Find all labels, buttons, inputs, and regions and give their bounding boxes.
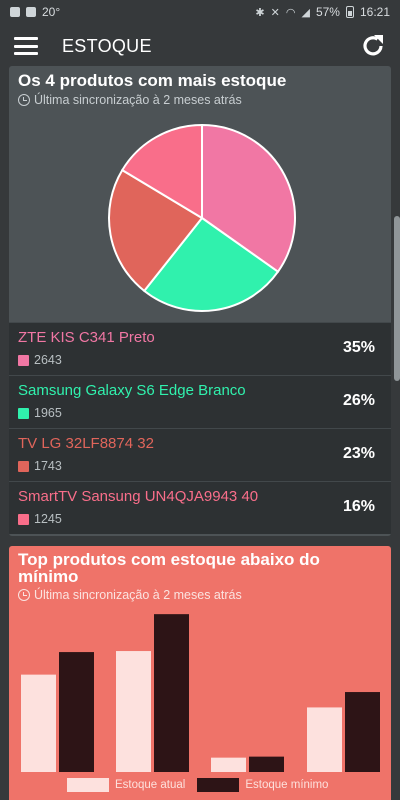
count-value: 1965 <box>34 406 62 420</box>
product-percent: 16% <box>342 498 375 515</box>
count-value: 1245 <box>34 512 62 526</box>
legend-swatch <box>18 513 29 525</box>
bar-minimum-stock <box>345 692 380 772</box>
chart-legend: Estoque atual Estoque mínimo <box>67 778 328 792</box>
clock-time: 16:21 <box>359 5 390 19</box>
legend-swatch-current <box>67 778 109 792</box>
sync-text: Última sincronização à 2 meses atrás <box>34 588 242 602</box>
battery-percent: 57% <box>315 5 340 19</box>
mute-icon: ✕ <box>270 6 280 19</box>
count-value: 1743 <box>34 459 62 473</box>
legend-swatch <box>18 407 29 419</box>
legend-swatch <box>18 354 29 366</box>
product-count: 1245 <box>18 512 62 526</box>
bar-minimum-stock <box>249 756 284 772</box>
product-count: 1743 <box>18 459 62 473</box>
scrollbar-thumb[interactable] <box>394 216 400 381</box>
bar-current-stock <box>21 674 56 772</box>
app-bar: ESTOQUE <box>0 24 400 68</box>
clock-icon <box>18 94 30 106</box>
below-minimum-title: Top produtos com estoque abaixo do mínim… <box>18 550 320 586</box>
product-name: Samsung Galaxy S6 Edge Branco <box>18 382 246 399</box>
status-bar: 20° ✱ ✕ ◠ ◢ 57% 16:21 <box>0 0 400 24</box>
image-icon <box>26 7 36 17</box>
sync-text: Última sincronização à 2 meses atrás <box>34 93 242 107</box>
legend-label-current: Estoque atual <box>115 779 186 791</box>
below-minimum-card: Top produtos com estoque abaixo do mínim… <box>9 546 391 800</box>
bar-current-stock <box>307 707 342 772</box>
legend-swatch <box>18 460 29 472</box>
top-stock-subtitle: Última sincronização à 2 meses atrás <box>18 93 242 107</box>
bar-minimum-stock <box>154 614 189 772</box>
battery-icon <box>345 6 354 18</box>
refresh-icon[interactable] <box>360 33 386 59</box>
list-item[interactable]: ZTE KIS C341 Preto 2643 35% <box>9 322 391 375</box>
product-count: 2643 <box>18 353 62 367</box>
bar-current-stock <box>211 757 246 772</box>
below-minimum-subtitle: Última sincronização à 2 meses atrás <box>18 588 242 602</box>
product-name: ZTE KIS C341 Preto <box>18 329 155 346</box>
top-stock-title: Os 4 produtos com mais estoque <box>18 71 287 90</box>
notification-icon <box>10 7 20 17</box>
bar-current-stock <box>116 651 151 772</box>
signal-icon: ◢ <box>301 6 310 19</box>
clock-icon <box>18 589 30 601</box>
temperature-text: 20° <box>42 5 61 19</box>
list-item[interactable]: TV LG 32LF8874 32 1743 23% <box>9 428 391 481</box>
status-bar-right: ✱ ✕ ◠ ◢ 57% 16:21 <box>255 5 390 19</box>
hamburger-menu-icon[interactable] <box>14 37 38 55</box>
bar-minimum-stock <box>59 652 94 772</box>
bluetooth-icon: ✱ <box>255 6 265 19</box>
product-name: TV LG 32LF8874 32 <box>18 435 154 452</box>
page-title: ESTOQUE <box>62 35 152 56</box>
list-item[interactable]: Samsung Galaxy S6 Edge Branco 1965 26% <box>9 375 391 428</box>
product-percent: 23% <box>342 445 375 462</box>
count-value: 2643 <box>34 353 62 367</box>
product-name: SmartTV Sansung UN4QJA9943 40 <box>18 488 259 505</box>
legend-swatch-minimum <box>197 778 240 792</box>
legend-label-minimum: Estoque mínimo <box>245 779 329 791</box>
stock-pie-chart <box>108 123 296 312</box>
product-percent: 26% <box>342 392 375 409</box>
product-list: ZTE KIS C341 Preto 2643 35% Samsung Gala… <box>9 322 391 534</box>
status-bar-left: 20° <box>10 5 60 19</box>
top-stock-card: Os 4 produtos com mais estoque Última si… <box>9 66 391 536</box>
product-count: 1965 <box>18 406 62 420</box>
wifi-icon: ◠ <box>285 6 296 19</box>
product-percent: 35% <box>342 339 375 356</box>
list-item[interactable]: SmartTV Sansung UN4QJA9943 40 1245 16% <box>9 481 391 534</box>
